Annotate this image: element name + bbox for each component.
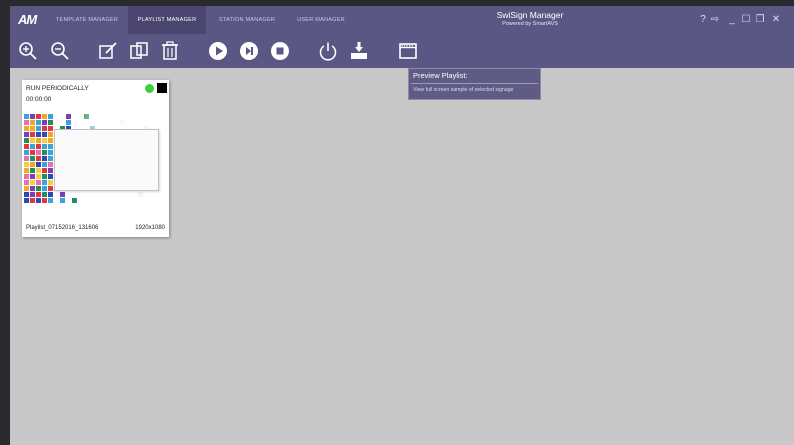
minimize-icon[interactable]: _ [727,14,737,26]
play-icon[interactable] [206,39,230,63]
tab-playlist-manager[interactable]: Playlist Manager [128,6,206,34]
app-logo: AM [18,12,37,27]
playlist-thumbnail [24,114,167,204]
app-title: SwiSign Manager [496,10,564,20]
preview-tooltip: Preview Playlist: View full screen sampl… [408,68,541,100]
help-icon[interactable]: ? [698,14,708,26]
playlist-resolution: 1920x1080 [135,225,165,231]
toolbar [10,34,794,68]
delete-icon[interactable] [158,39,182,63]
playlist-time: 00:00:00 [26,96,52,103]
restore-icon[interactable]: ❐ [755,14,765,26]
tooltip-title: Preview Playlist: [413,71,468,80]
maximize-icon[interactable]: ☐ [741,14,751,26]
edit-icon[interactable] [96,39,120,63]
tab-station-manager[interactable]: Station Manager [208,6,286,34]
playlist-name: Playlist_07152016_131606 [26,225,99,231]
tooltip-divider [411,83,538,84]
download-icon[interactable] [347,39,371,63]
run-mode-label: RUN PERIODICALLY [26,85,89,92]
zoom-in-icon[interactable] [16,39,40,63]
status-indicator [145,84,154,93]
playlist-card[interactable]: RUN PERIODICALLY 00:00:00 Playlist_07152… [22,80,169,237]
skip-icon[interactable] [237,39,261,63]
app-subtitle: Powered by SmartAVS [502,21,558,27]
copy-icon[interactable] [127,39,151,63]
tooltip-description: View full screen sample of selected sign… [413,87,514,93]
logout-icon[interactable]: ⇨ [710,14,720,26]
tab-template-manager[interactable]: Template Manager [48,6,126,34]
close-icon[interactable]: ✕ [771,14,781,26]
thumbnail-panel [54,129,159,191]
power-icon[interactable] [316,39,340,63]
stop-icon[interactable] [268,39,292,63]
app-window: AM Template Manager Playlist Manager Sta… [10,6,794,445]
zoom-out-icon[interactable] [48,39,72,63]
preview-icon[interactable] [396,39,420,63]
tab-user-manager[interactable]: User Manager [288,6,354,34]
status-square [157,83,167,93]
title-bar: AM Template Manager Playlist Manager Sta… [10,6,794,34]
